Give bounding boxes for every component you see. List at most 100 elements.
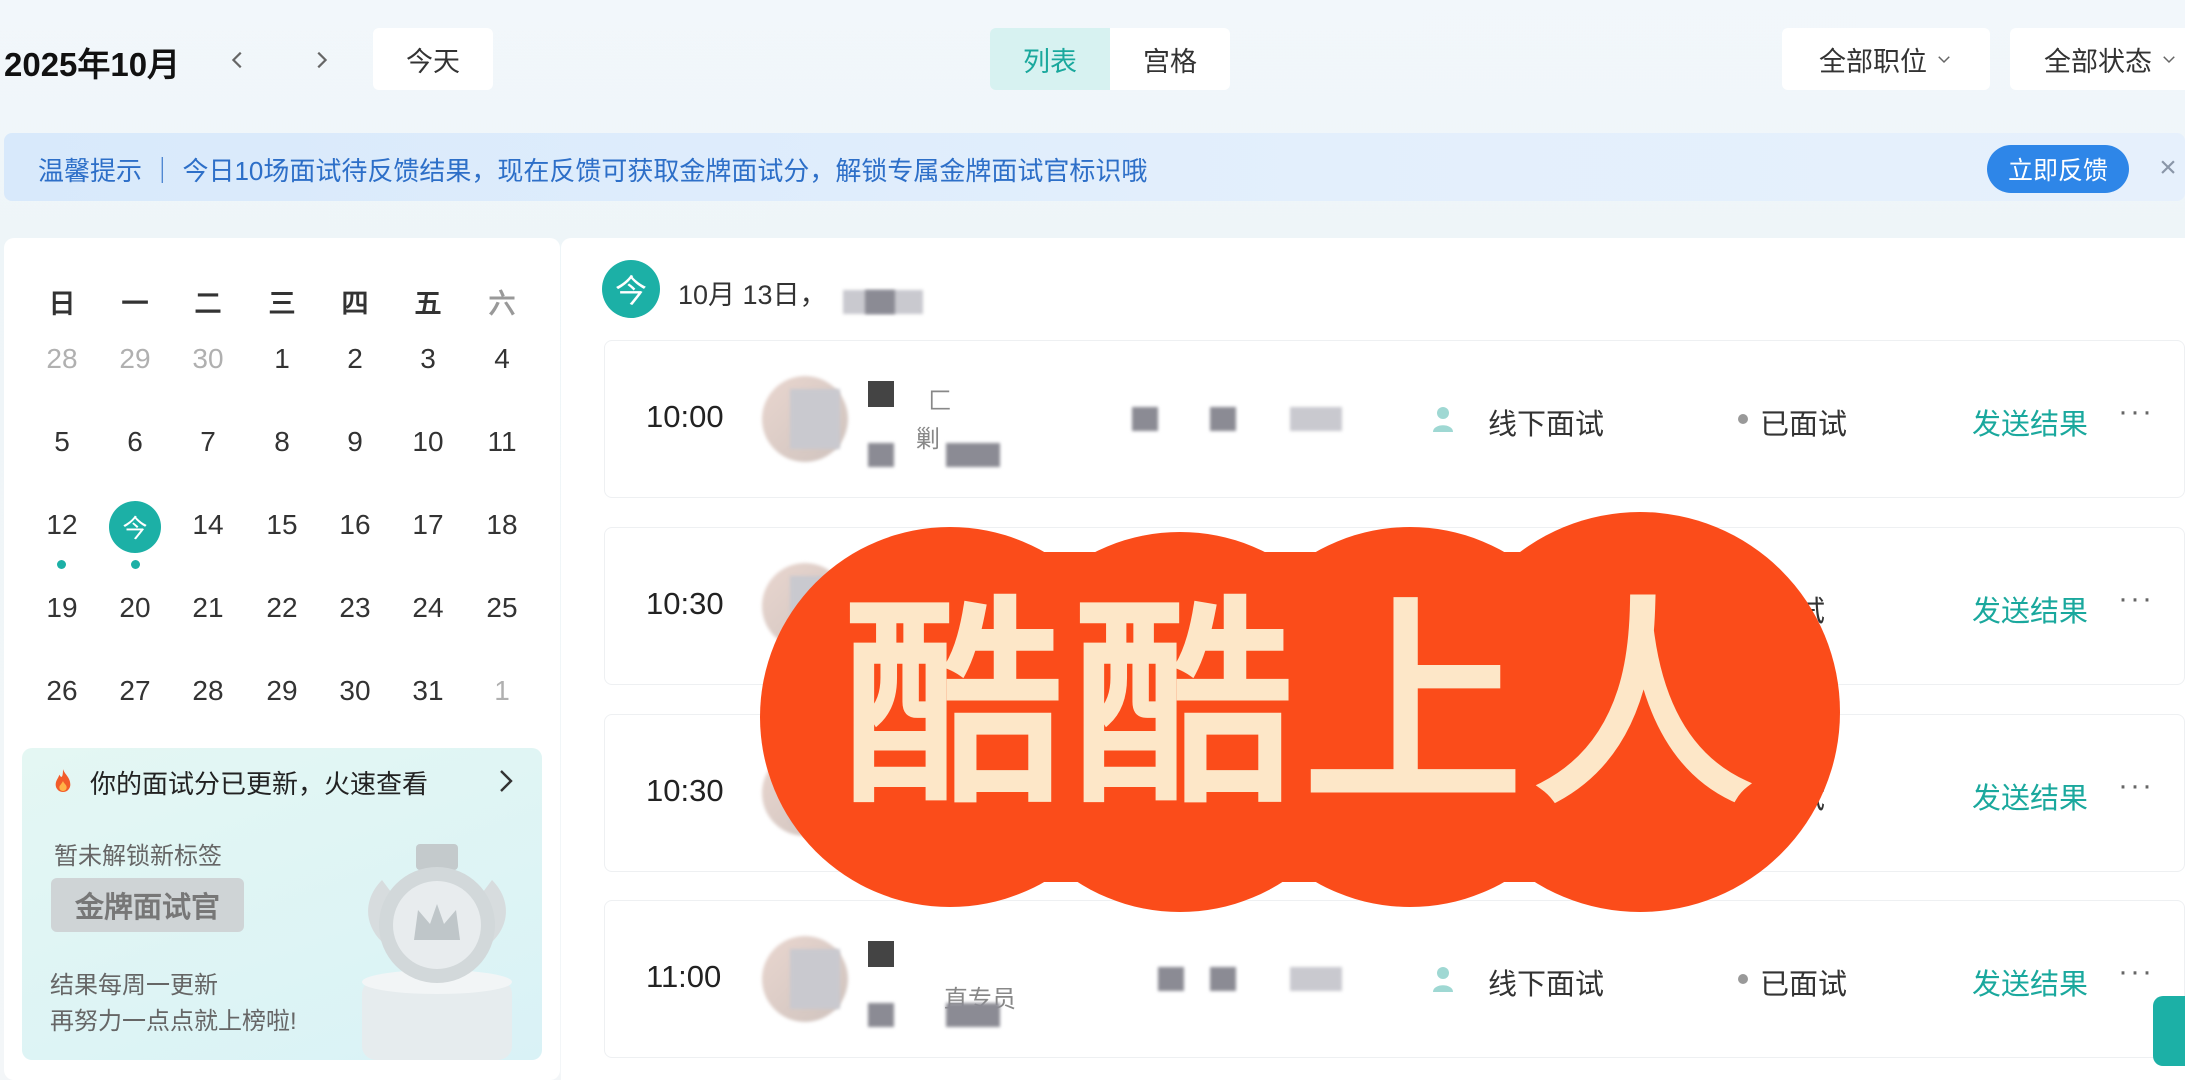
calendar-day[interactable]: 30	[178, 334, 238, 384]
chevron-right-icon	[317, 51, 328, 69]
redacted-block	[868, 1003, 894, 1027]
calendar-day[interactable]: 30	[325, 666, 385, 716]
send-result-link[interactable]: 发送结果	[1972, 588, 2088, 630]
calendar-day[interactable]: 16	[325, 500, 385, 550]
medal-trophy-icon	[352, 840, 522, 1060]
candidate-role-hint: 剿	[916, 426, 940, 453]
person-icon	[1432, 965, 1454, 993]
feedback-now-button[interactable]: 立即反馈	[1987, 145, 2129, 193]
calendar-day[interactable]: 20	[105, 583, 165, 633]
calendar-day[interactable]: 18	[472, 500, 532, 550]
calendar-day[interactable]: 1	[472, 666, 532, 716]
status-filter-dropdown[interactable]: 全部状态	[2010, 28, 2185, 90]
redacted-job	[1210, 967, 1236, 991]
calendar-day[interactable]: 21	[178, 583, 238, 633]
calendar-day[interactable]: 29	[105, 334, 165, 384]
calendar-day[interactable]: 14	[178, 500, 238, 550]
redacted-job	[1132, 407, 1158, 431]
next-month-button[interactable]	[301, 40, 341, 80]
interview-time: 11:00	[646, 959, 722, 994]
calendar-day[interactable]: 28	[32, 334, 92, 384]
promo-footer-2: 再努力一点点就上榜啦!	[50, 1008, 297, 1035]
calendar-day[interactable]: 29	[252, 666, 312, 716]
event-dot	[131, 560, 140, 569]
view-toggle: 列表 宫格	[990, 28, 1230, 90]
redacted-block	[868, 941, 894, 967]
interview-status: 已面试	[1760, 969, 1848, 1001]
chevron-left-icon	[231, 51, 242, 69]
calendar-day[interactable]: 12	[32, 500, 92, 550]
calendar-day[interactable]: 5	[32, 417, 92, 467]
redacted-block	[868, 381, 894, 407]
calendar-day[interactable]: 23	[325, 583, 385, 633]
notice-text: 温馨提示 ｜ 今日10场面试待反馈结果，现在反馈可获取金牌面试分，解锁专属金牌面…	[38, 156, 1148, 186]
calendar-day[interactable]: 9	[325, 417, 385, 467]
watermark-sticker: 酷酷上人	[760, 512, 1840, 912]
calendar-day[interactable]: 24	[398, 583, 458, 633]
redacted-job	[1290, 967, 1342, 991]
weekday-label: 日	[48, 289, 76, 319]
weekday-label: 六	[488, 289, 516, 319]
calendar-day[interactable]: 15	[252, 500, 312, 550]
gold-interviewer-badge: 金牌面试官	[51, 878, 244, 932]
calendar-day[interactable]: 31	[398, 666, 458, 716]
event-dot	[57, 560, 66, 569]
more-options-icon[interactable]: ···	[2118, 395, 2154, 429]
close-icon[interactable]: ×	[2153, 150, 2183, 186]
calendar-day[interactable]: 3	[398, 334, 458, 384]
send-result-link[interactable]: 发送结果	[1972, 775, 2088, 817]
prev-month-button[interactable]	[218, 40, 258, 80]
chevron-down-icon	[1938, 56, 1950, 64]
watermark-text: 酷酷上人	[843, 578, 1763, 834]
calendar-day[interactable]: 10	[398, 417, 458, 467]
redacted-block	[946, 443, 1000, 467]
calendar-day[interactable]: 19	[32, 583, 92, 633]
fire-icon	[52, 768, 74, 794]
interview-mode: 线下面试	[1488, 409, 1605, 441]
view-grid-tab[interactable]: 宫格	[1110, 28, 1230, 90]
chat-button[interactable]	[2153, 996, 2185, 1066]
redacted-name	[790, 389, 840, 449]
calendar-day[interactable]: 7	[178, 417, 238, 467]
redacted-job	[1290, 407, 1342, 431]
more-options-icon[interactable]: ···	[2118, 955, 2154, 989]
today-icon: 今	[602, 260, 660, 318]
interview-time: 10:30	[646, 586, 724, 621]
position-filter-label: 全部职位	[1819, 46, 1927, 77]
promo-title: 你的面试分已更新，火速查看	[90, 769, 429, 799]
notice-bar: 温馨提示 ｜ 今日10场面试待反馈结果，现在反馈可获取金牌面试分，解锁专属金牌面…	[4, 133, 2185, 201]
status-dot	[1738, 974, 1748, 984]
send-result-link[interactable]: 发送结果	[1972, 961, 2088, 1003]
send-result-link[interactable]: 发送结果	[1972, 401, 2088, 443]
chevron-right-icon[interactable]	[494, 766, 518, 796]
calendar-day[interactable]: 1	[252, 334, 312, 384]
calendar-day[interactable]: 22	[252, 583, 312, 633]
calendar-day-today[interactable]: 今	[109, 501, 161, 553]
calendar-day[interactable]: 26	[32, 666, 92, 716]
today-button[interactable]: 今天	[373, 28, 493, 90]
promo-subtitle: 暂未解锁新标签	[54, 843, 222, 870]
weekday-label: 四	[341, 289, 369, 319]
calendar-day[interactable]: 6	[105, 417, 165, 467]
calendar-day[interactable]: 2	[325, 334, 385, 384]
interview-time: 10:30	[646, 773, 724, 808]
status-filter-label: 全部状态	[2044, 46, 2152, 77]
month-title: 2025年10月	[4, 46, 181, 83]
calendar-day[interactable]: 28	[178, 666, 238, 716]
calendar-day[interactable]: 11	[472, 417, 532, 467]
more-options-icon[interactable]: ···	[2118, 582, 2154, 616]
calendar-day[interactable]: 25	[472, 583, 532, 633]
calendar-day[interactable]: 17	[398, 500, 458, 550]
more-options-icon[interactable]: ···	[2118, 769, 2154, 803]
weekday-label: 三	[268, 289, 296, 319]
weekday-label: 二	[194, 289, 222, 319]
promo-footer-1: 结果每周一更新	[50, 972, 218, 999]
position-filter-dropdown[interactable]: 全部职位	[1782, 28, 1990, 90]
view-list-tab[interactable]: 列表	[990, 28, 1110, 90]
interview-status: 已面试	[1760, 409, 1848, 441]
calendar-day[interactable]: 4	[472, 334, 532, 384]
calendar-day[interactable]: 27	[105, 666, 165, 716]
status-dot	[1738, 414, 1748, 424]
redacted-job	[1158, 967, 1184, 991]
calendar-day[interactable]: 8	[252, 417, 312, 467]
